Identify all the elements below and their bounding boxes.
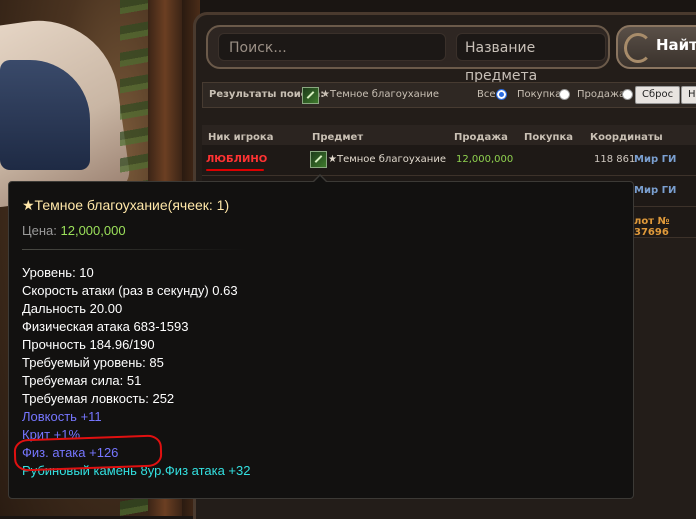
search-bar: Поиск... Название предмета	[206, 25, 610, 84]
stat-line: Требуемая ловкость: 252	[22, 391, 175, 406]
stat-line: Требуемая сила: 51	[22, 373, 142, 388]
filter-all-label: Все	[477, 89, 496, 100]
filter-buy-label: Покупка	[517, 89, 562, 100]
tooltip-price: Цена: 12,000,000	[22, 223, 126, 238]
find-button[interactable]: Найти	[616, 25, 696, 69]
highlight-annotation	[13, 434, 163, 472]
stat-line: Прочность 184.96/190	[22, 337, 155, 352]
stat-line: Требуемый уровень: 85	[22, 355, 164, 370]
tooltip-price-value: 12,000,000	[60, 223, 126, 238]
search-type-select[interactable]: Название предмета	[456, 33, 606, 84]
tooltip-price-label: Цена:	[22, 223, 57, 238]
find-button-label: Найти	[656, 36, 696, 54]
item-tooltip: ★Темное благоухание(ячеек: 1) Цена: 12,0…	[8, 174, 634, 499]
search-input[interactable]: Поиск...	[218, 33, 446, 61]
row-coord: 118 861	[594, 154, 636, 165]
reset-button[interactable]: Сброс	[635, 86, 681, 104]
filter-buy-radio[interactable]	[559, 89, 570, 100]
row-location[interactable]: Мир ГИ	[634, 154, 676, 165]
col-coords[interactable]: Координаты	[590, 132, 663, 143]
player-nick[interactable]: ЛЮБЛИНО	[206, 154, 267, 165]
col-buy[interactable]: Покупка	[524, 132, 573, 143]
nick-underline	[206, 169, 264, 171]
stat-line: Физическая атака 683-1593	[22, 319, 189, 334]
back-button[interactable]: Наз	[681, 86, 696, 104]
tooltip-divider	[22, 249, 247, 250]
col-nick[interactable]: Ник игрока	[208, 132, 273, 143]
filter-sell-label: Продажа	[577, 89, 626, 100]
filter-sell-radio[interactable]	[622, 89, 633, 100]
filter-all-radio[interactable]	[496, 89, 507, 100]
col-item[interactable]: Предмет	[312, 132, 363, 143]
filter-bar: Результаты поиска: ★Темное благоухание В…	[202, 82, 696, 108]
stat-line: Уровень: 10	[22, 265, 94, 280]
row-lot[interactable]: лот № 37696	[634, 216, 696, 238]
weapon-icon	[302, 87, 319, 104]
tooltip-title: ★Темное благоухание(ячеек: 1)	[22, 197, 230, 213]
tooltip-arrow-inner	[313, 176, 327, 183]
row-item-name: ★Темное благоухание	[328, 154, 446, 165]
row-price: 12,000,000	[456, 154, 514, 165]
col-sell[interactable]: Продажа	[454, 132, 508, 143]
row-location[interactable]: Мир ГИ	[634, 185, 676, 196]
bonus-line: Ловкость +11	[22, 409, 102, 424]
filter-item-name: ★Темное благоухание	[321, 89, 439, 100]
stat-line: Дальность 20.00	[22, 301, 123, 316]
table-row[interactable]: ЛЮБЛИНО ★Темное благоухание 12,000,000 1…	[202, 145, 696, 176]
weapon-icon	[310, 151, 327, 168]
ornament-icon	[624, 33, 652, 63]
stat-line: Скорость атаки (раз в секунду) 0.63	[22, 283, 238, 298]
